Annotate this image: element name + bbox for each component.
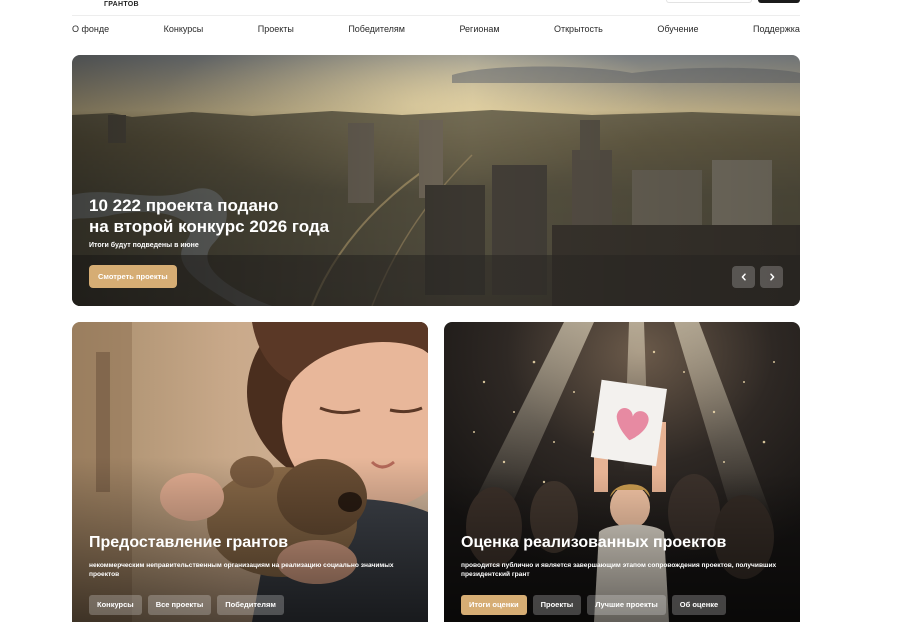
- hero-banner: 10 222 проекта подано на второй конкурс …: [72, 55, 800, 306]
- evaluation-description: проводится публично и является завершающ…: [461, 562, 777, 578]
- nav-item-contests[interactable]: Конкурсы: [164, 24, 204, 34]
- tag-evaluation-results[interactable]: Итоги оценки: [461, 595, 527, 615]
- chevron-left-icon: [741, 273, 746, 281]
- grants-description: некоммерческим неправительственным орган…: [89, 562, 394, 578]
- hero-title-line2: на второй конкурс 2026 года: [89, 217, 330, 236]
- hero-prev-button[interactable]: [732, 266, 755, 288]
- hero-title: 10 222 проекта подано на второй конкурс …: [89, 195, 329, 237]
- nav-item-winners[interactable]: Победителям: [348, 24, 405, 34]
- header-divider: [72, 15, 800, 16]
- view-projects-button[interactable]: Смотреть проекты: [89, 265, 177, 288]
- nav-item-openness[interactable]: Открытость: [554, 24, 603, 34]
- main-nav: О фонде Конкурсы Проекты Победителям Рег…: [72, 22, 800, 36]
- tag-contests[interactable]: Конкурсы: [89, 595, 142, 615]
- grants-title: Предоставление грантов: [89, 534, 289, 551]
- header-button[interactable]: [758, 0, 800, 3]
- grants-tags: Конкурсы Все проекты Победителям: [89, 595, 284, 615]
- nav-item-support[interactable]: Поддержка: [753, 24, 800, 34]
- evaluation-tags: Итоги оценки Проекты Лучшие проекты Об о…: [461, 595, 727, 615]
- tag-winners[interactable]: Победителям: [217, 595, 284, 615]
- chevron-right-icon: [769, 273, 774, 281]
- tag-about-evaluation[interactable]: Об оценке: [671, 595, 727, 615]
- hero-title-line1: 10 222 проекта подано: [89, 196, 279, 215]
- nav-item-about[interactable]: О фонде: [72, 24, 109, 34]
- tag-projects[interactable]: Проекты: [532, 595, 582, 615]
- evaluation-title: Оценка реализованных проектов: [461, 534, 727, 551]
- nav-item-regions[interactable]: Регионам: [459, 24, 499, 34]
- hero-subtitle: Итоги будут подведены в июне: [89, 242, 199, 249]
- hero-next-button[interactable]: [760, 266, 783, 288]
- evaluation-card[interactable]: Оценка реализованных проектов проводится…: [444, 322, 800, 622]
- grants-card[interactable]: Предоставление грантов некоммерческим не…: [72, 322, 428, 622]
- nav-item-learning[interactable]: Обучение: [657, 24, 698, 34]
- logo-text[interactable]: ГРАНТОВ: [104, 0, 139, 9]
- search-input[interactable]: [666, 0, 752, 3]
- tag-all-projects[interactable]: Все проекты: [147, 595, 212, 615]
- hero-city-image: [72, 55, 800, 306]
- nav-item-projects[interactable]: Проекты: [258, 24, 294, 34]
- tag-best-projects[interactable]: Лучшие проекты: [587, 595, 666, 615]
